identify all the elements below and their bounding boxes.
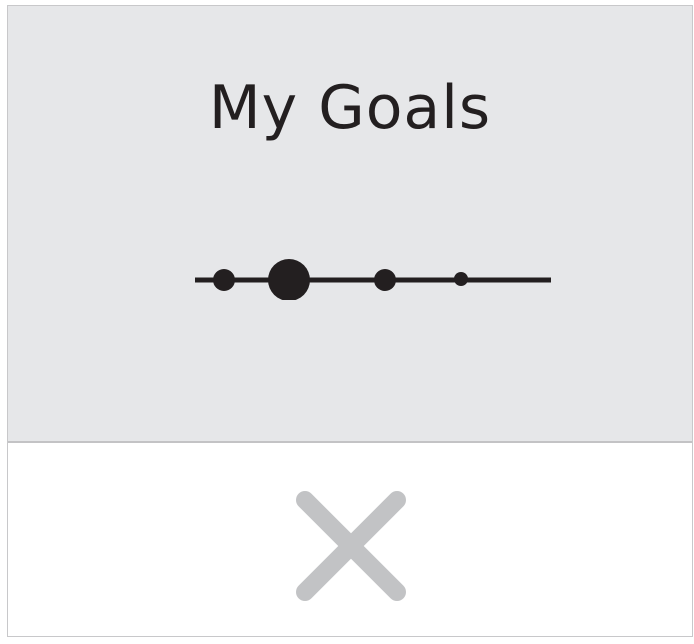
goals-card: My Goals	[7, 5, 693, 637]
goals-footer-panel	[8, 443, 692, 636]
close-icon	[296, 491, 406, 601]
progress-dot-3[interactable]	[374, 269, 396, 291]
progress-dot-2-current[interactable]	[268, 259, 310, 300]
close-button[interactable]	[295, 490, 407, 602]
progress-dot-4[interactable]	[454, 272, 468, 286]
goals-header-panel: My Goals	[8, 6, 692, 443]
page-title: My Goals	[208, 73, 492, 143]
progress-stepper	[195, 259, 551, 300]
progress-dot-1[interactable]	[213, 269, 235, 291]
